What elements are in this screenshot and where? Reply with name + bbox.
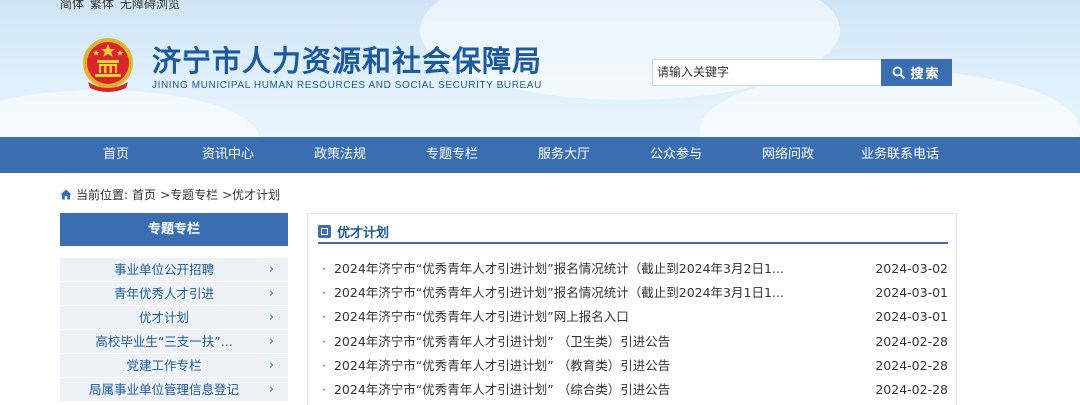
list-item[interactable]: 2024年济宁市“优秀青年人才引进计划”报名情况统计（截止到2024年3月2日1…: [322, 257, 948, 281]
site-title: 济宁市人力资源和社会保障局: [152, 44, 543, 78]
sidebar-item-institution-registration[interactable]: 局属事业单位管理信息登记 ›: [60, 378, 288, 402]
article-title[interactable]: 2024年济宁市“优秀青年人才引进计划”报名情况统计（截止到2024年3月2日1…: [322, 257, 784, 281]
chevron-right-icon: ›: [268, 334, 274, 349]
breadcrumb-home[interactable]: 首页: [132, 186, 156, 203]
article-title[interactable]: 2024年济宁市“优秀青年人才引进计划” （卫生类）引进公告: [322, 330, 670, 354]
list-item[interactable]: 2024年济宁市“优秀青年人才引进计划”网上报名入口 2024-03-01: [322, 305, 948, 329]
search-button[interactable]: 搜索: [881, 59, 952, 86]
breadcrumb-talent-plan[interactable]: >优才计划: [222, 186, 280, 203]
sidebar-item-party-building[interactable]: 党建工作专栏 ›: [60, 354, 288, 378]
top-links: 简体 繁体 无障碍浏览: [60, 0, 180, 12]
sidebar-item-label: 事业单位公开招聘: [113, 262, 214, 277]
search-input[interactable]: 请输入关键字: [652, 59, 882, 86]
sidebar-item-youth-talent[interactable]: 青年优秀人才引进 ›: [60, 282, 288, 306]
nav-home[interactable]: 首页: [61, 137, 171, 173]
chevron-right-icon: ›: [268, 262, 274, 277]
list-item[interactable]: 2024年济宁市“优秀青年人才引进计划” （教育类）引进公告 2024-02-2…: [322, 354, 948, 378]
article-date: 2024-03-01: [875, 285, 948, 301]
header: 简体 繁体 无障碍浏览 济宁市人力资源和社会保障局 JINING MUNICIP…: [0, 0, 1080, 137]
nav-contact-phones[interactable]: 业务联系电话: [845, 137, 955, 173]
sidebar: 专题专栏 事业单位公开招聘 › 青年优秀人才引进 › 优才计划 › 高校毕业生“…: [60, 213, 288, 405]
square-icon: [318, 224, 331, 238]
content-title: 优才计划: [337, 225, 390, 241]
article-title[interactable]: 2024年济宁市“优秀青年人才引进计划”网上报名入口: [322, 305, 629, 329]
national-emblem-icon: [83, 38, 133, 92]
list-item[interactable]: 2024年济宁市“优秀青年人才引进计划”报名情况统计（截止到2024年3月1日1…: [322, 281, 948, 305]
nav-special-topics[interactable]: 专题专栏: [397, 137, 507, 173]
article-date: 2024-03-01: [875, 309, 948, 325]
breadcrumb-prefix: 当前位置:: [76, 188, 129, 202]
article-date: 2024-02-28: [875, 357, 948, 373]
accessibility-link[interactable]: 无障碍浏览: [120, 0, 180, 12]
nav-news-center[interactable]: 资讯中心: [173, 137, 283, 173]
article-title[interactable]: 2024年济宁市“优秀青年人才引进计划”报名情况统计（截止到2024年3月1日1…: [322, 281, 784, 305]
nav-online-inquiry[interactable]: 网络问政: [733, 137, 843, 173]
traditional-chinese-link[interactable]: 繁体: [90, 0, 114, 12]
chevron-right-icon: ›: [268, 382, 274, 397]
article-title[interactable]: 2024年济宁市“优秀青年人才引进计划” （综合类）引进公告: [322, 378, 670, 402]
sidebar-item-talent-plan[interactable]: 优才计划 ›: [60, 306, 288, 330]
main-nav: 首页 资讯中心 政策法规 专题专栏 服务大厅 公众参与 网络问政 业务联系电话: [0, 137, 1080, 173]
article-date: 2024-02-28: [875, 381, 948, 397]
list-item[interactable]: 2024年济宁市“优秀青年人才引进计划” （卫生类）引进公告 2024-02-2…: [322, 330, 948, 354]
sidebar-item-label: 青年优秀人才引进: [113, 286, 214, 301]
sidebar-item-label: 高校毕业生“三支一扶”...: [95, 334, 233, 349]
list-item[interactable]: 2024年济宁市“优秀青年人才引进计划” （综合类）引进公告 2024-02-2…: [322, 378, 948, 402]
chevron-right-icon: ›: [268, 310, 274, 325]
sidebar-title: 专题专栏: [60, 213, 288, 246]
article-date: 2024-02-28: [875, 333, 948, 349]
nav-public-participation[interactable]: 公众参与: [621, 137, 731, 173]
nav-service-hall[interactable]: 服务大厅: [509, 137, 619, 173]
nav-policies[interactable]: 政策法规: [285, 137, 395, 173]
article-date: 2024-03-02: [875, 261, 948, 276]
breadcrumb: 当前位置: 首页 >专题专栏 >优才计划: [60, 186, 280, 203]
sidebar-item-label: 优才计划: [138, 310, 189, 325]
search-icon: [893, 66, 906, 79]
breadcrumb-special-topics[interactable]: >专题专栏: [160, 186, 218, 203]
content-header: 优才计划: [318, 220, 948, 244]
sidebar-item-public-recruitment[interactable]: 事业单位公开招聘 ›: [60, 258, 288, 282]
search-button-label: 搜索: [910, 67, 941, 82]
home-icon: [60, 189, 72, 200]
simplified-chinese-link[interactable]: 简体: [60, 0, 84, 12]
site-subtitle: JINING MUNICIPAL HUMAN RESOURCES AND SOC…: [152, 80, 542, 91]
article-title[interactable]: 2024年济宁市“优秀青年人才引进计划” （教育类）引进公告: [322, 354, 670, 378]
chevron-right-icon: ›: [268, 358, 274, 373]
sidebar-item-label: 党建工作专栏: [126, 358, 202, 373]
sidebar-list: 事业单位公开招聘 › 青年优秀人才引进 › 优才计划 › 高校毕业生“三支一扶”…: [60, 258, 288, 402]
chevron-right-icon: ›: [268, 286, 274, 301]
article-list: 2024年济宁市“优秀青年人才引进计划”报名情况统计（截止到2024年3月2日1…: [322, 257, 948, 402]
sidebar-item-three-supports[interactable]: 高校毕业生“三支一扶”... ›: [60, 330, 288, 354]
sidebar-item-label: 局属事业单位管理信息登记: [88, 382, 239, 397]
content-panel: 优才计划 2024年济宁市“优秀青年人才引进计划”报名情况统计（截止到2024年…: [307, 213, 957, 405]
